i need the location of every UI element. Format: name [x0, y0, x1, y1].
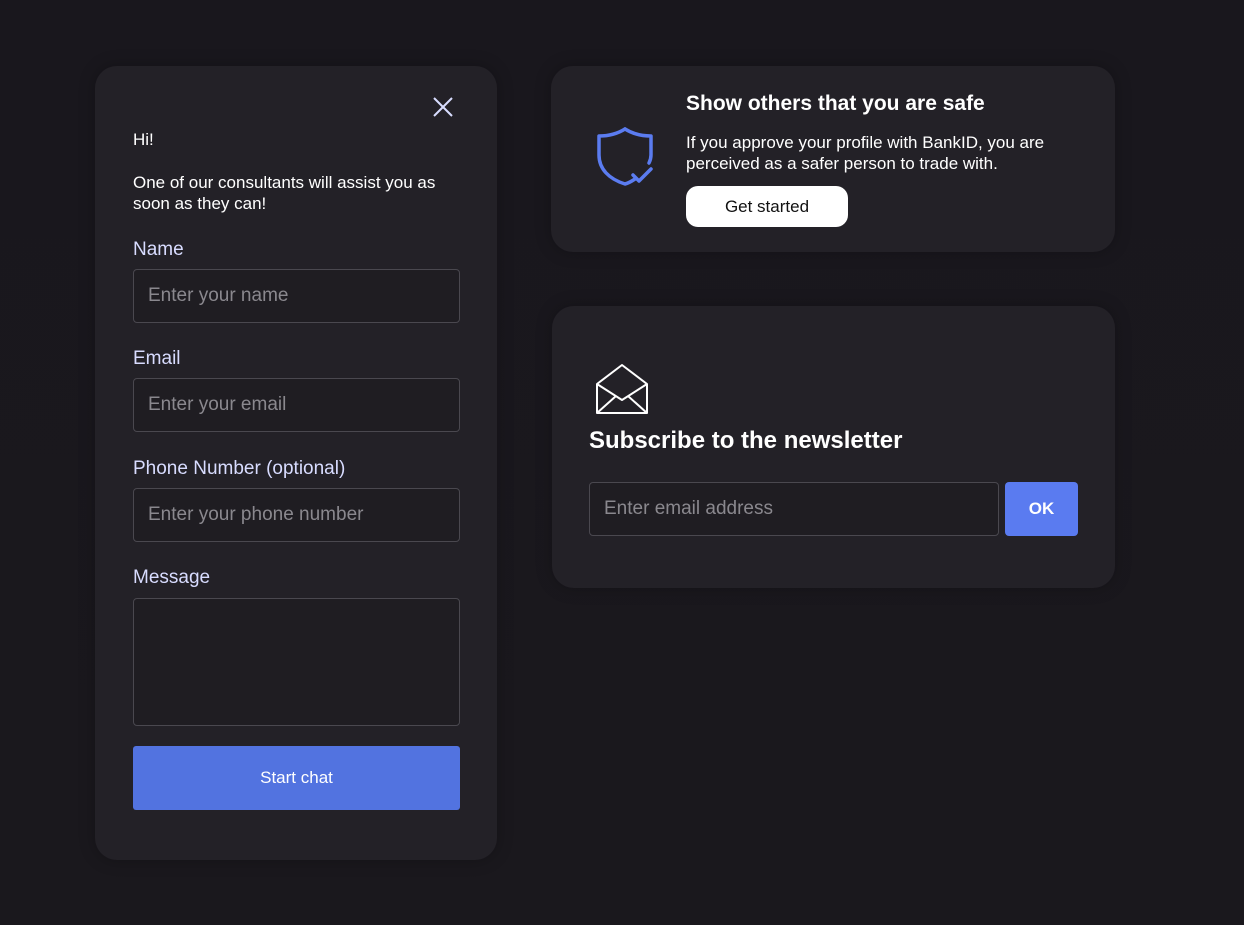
name-input[interactable]	[133, 269, 460, 323]
close-icon	[433, 97, 453, 117]
envelope-open-icon	[594, 362, 650, 416]
shield-check-icon	[593, 125, 657, 189]
newsletter-title: Subscribe to the newsletter	[589, 427, 903, 454]
get-started-button[interactable]: Get started	[686, 186, 848, 227]
greeting-text: Hi!	[133, 130, 154, 149]
name-label: Name	[133, 239, 184, 260]
intro-text: One of our consultants will assist you a…	[133, 173, 436, 213]
email-input[interactable]	[133, 378, 460, 432]
phone-input[interactable]	[133, 488, 460, 542]
message-label: Message	[133, 567, 211, 588]
bankid-title: Show others that you are safe	[686, 92, 985, 115]
phone-label: Phone Number (optional)	[133, 458, 346, 479]
email-label: Email	[133, 348, 181, 369]
newsletter-email-input[interactable]	[589, 482, 999, 536]
bankid-description: If you approve your profile with BankID,…	[686, 133, 1045, 173]
close-button[interactable]	[430, 94, 456, 120]
ok-button[interactable]: OK	[1005, 482, 1078, 536]
message-textarea[interactable]	[133, 598, 460, 726]
start-chat-button[interactable]: Start chat	[133, 746, 460, 810]
